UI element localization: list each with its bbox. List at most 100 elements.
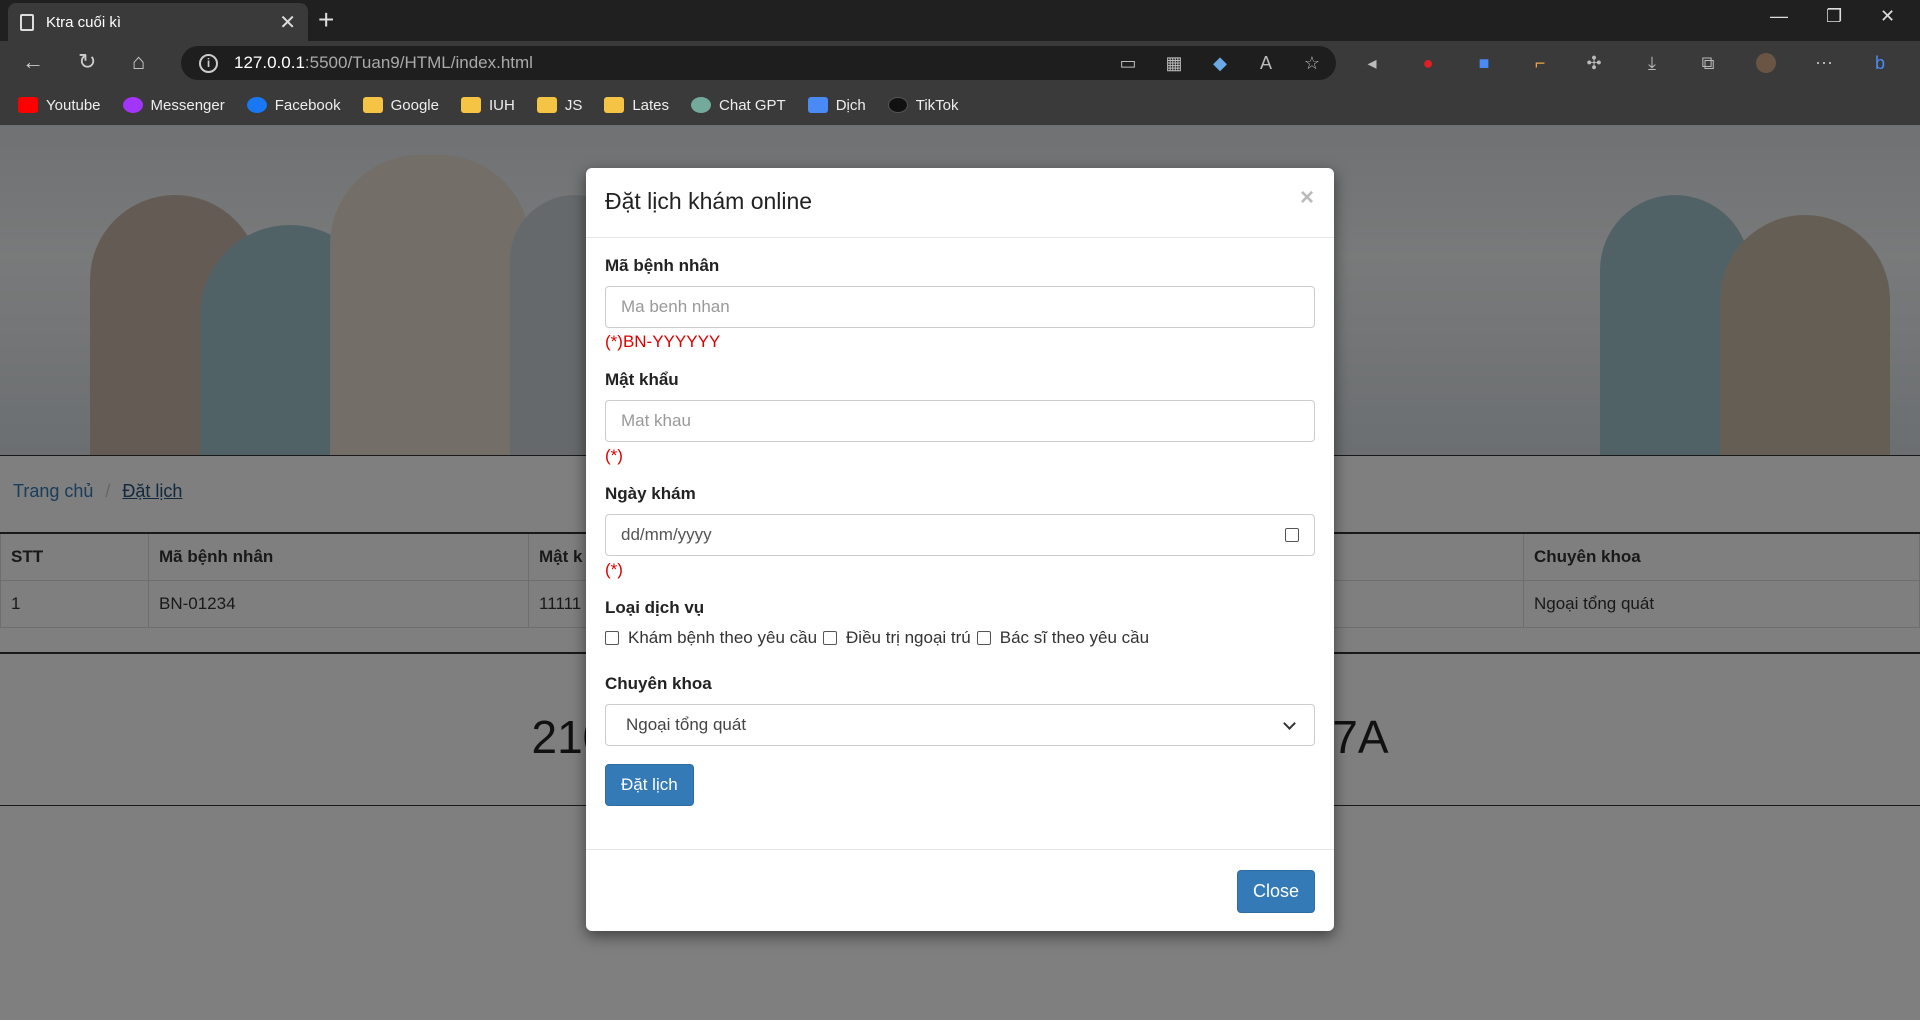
password-placeholder: Mat khau: [621, 411, 691, 430]
avatar[interactable]: [1756, 53, 1776, 73]
chevron-down-icon: [1283, 716, 1296, 730]
bookmark-js[interactable]: JS: [536, 96, 583, 114]
home-icon[interactable]: ⌂: [132, 49, 145, 75]
calendar-icon[interactable]: [1285, 528, 1299, 542]
bookmark-iuh[interactable]: IUH: [460, 96, 515, 114]
refresh-icon[interactable]: ↻: [78, 49, 96, 75]
bookmark-label: TikTok: [915, 96, 959, 114]
specialty-label: Chuyên khoa: [605, 674, 712, 693]
bookmark-messenger[interactable]: Messenger: [122, 96, 225, 114]
password-input[interactable]: Mat khau: [605, 400, 1315, 442]
app-available-icon[interactable]: ▭: [1118, 53, 1138, 73]
date-group: Ngày khám dd/mm/yyyy (*): [605, 484, 1315, 586]
close-button[interactable]: Close: [1236, 870, 1315, 913]
coupon-tag-icon[interactable]: ◆: [1210, 53, 1230, 73]
folder-icon: [362, 97, 383, 113]
tab-title: Ktra cuối kì: [46, 13, 122, 31]
patient-id-group: Mã bệnh nhân Ma benh nhan (*)BN-YYYYYY: [605, 256, 1315, 358]
close-tab-icon[interactable]: ✕: [279, 10, 296, 35]
bookmark-tiktok[interactable]: TikTok: [887, 96, 959, 114]
checkbox[interactable]: [976, 631, 991, 645]
patient-id-input[interactable]: Ma benh nhan: [605, 286, 1315, 328]
modal-header: Đặt lịch khám online ×: [586, 168, 1334, 238]
close-icon[interactable]: ×: [1300, 184, 1314, 212]
grid-icon[interactable]: ▦: [1164, 53, 1184, 73]
service-label: Loại dịch vụ: [605, 598, 705, 617]
folder-icon: [460, 97, 481, 113]
messenger-icon: [122, 97, 143, 113]
bookmark-label: Chat GPT: [719, 96, 786, 114]
bookmark-chatgpt[interactable]: Chat GPT: [691, 97, 786, 114]
bookmark-youtube[interactable]: Youtube: [18, 97, 101, 114]
bookmark-lates[interactable]: Lates: [604, 97, 669, 114]
bookmark-dich[interactable]: Dịch: [807, 96, 866, 114]
restore-icon[interactable]: ❐: [1826, 6, 1842, 27]
modal-title: Đặt lịch khám online: [605, 188, 813, 214]
password-group: Mật khẩu Mat khau (*): [605, 370, 1315, 472]
specialty-select[interactable]: Ngoại tổng quát: [605, 704, 1315, 746]
service-group: Loại dịch vụ Khám bệnh theo yêu cầu Điều…: [605, 598, 1315, 648]
service-option[interactable]: Khám bệnh theo yêu cầu: [605, 628, 817, 648]
service-option[interactable]: Điều trị ngoại trú: [823, 628, 971, 648]
collections-icon[interactable]: ⧉: [1698, 53, 1718, 73]
book-appointment-button[interactable]: Đặt lịch: [605, 764, 694, 806]
extension-tool-icon[interactable]: ⌐: [1530, 53, 1550, 73]
tiktok-icon: [887, 97, 908, 113]
bookmark-label: Youtube: [46, 96, 101, 114]
favorite-icon[interactable]: ☆: [1302, 53, 1322, 73]
specialty-group: Chuyên khoa Ngoại tổng quát: [605, 674, 1315, 746]
new-tab-icon[interactable]: +: [318, 4, 334, 36]
service-option-label: Bác sĩ theo yêu cầu: [999, 628, 1150, 647]
youtube-icon: [18, 97, 38, 113]
service-option[interactable]: Bác sĩ theo yêu cầu: [976, 628, 1150, 648]
facebook-icon: [246, 97, 267, 113]
bookmark-facebook[interactable]: Facebook: [246, 97, 341, 114]
extensions-icon[interactable]: ✣: [1584, 53, 1604, 73]
service-option-label: Khám bệnh theo yêu cầu: [628, 628, 818, 647]
browser-toolbar: ← ↻ ⌂ i 127.0.0.1 :5500/Tuan9/HTML/index…: [0, 41, 1920, 85]
password-hint: (*): [605, 446, 623, 465]
bookmark-google[interactable]: Google: [362, 96, 439, 114]
date-input[interactable]: dd/mm/yyyy: [605, 514, 1315, 556]
bookmarks-bar: Youtube Messenger Facebook Google IUH JS…: [0, 85, 1920, 125]
download-icon[interactable]: ⤓: [1642, 53, 1662, 73]
folder-icon: [604, 97, 625, 113]
service-option-label: Điều trị ngoại trú: [846, 628, 971, 647]
back-icon[interactable]: ←: [22, 49, 44, 75]
booking-modal: Đặt lịch khám online × Mã bệnh nhân Ma b…: [586, 168, 1334, 931]
translate-icon[interactable]: ■: [1474, 53, 1494, 73]
bookmark-label: Dịch: [835, 96, 866, 114]
address-bar[interactable]: i 127.0.0.1 :5500/Tuan9/HTML/index.html: [181, 46, 1336, 80]
translate-icon: [807, 97, 828, 113]
service-options: Khám bệnh theo yêu cầu Điều trị ngoại tr…: [605, 628, 1315, 648]
url-path: :5500/Tuan9/HTML/index.html: [304, 53, 533, 72]
more-icon[interactable]: ⋯: [1814, 53, 1834, 73]
extension-speaker-icon[interactable]: ◂: [1362, 53, 1382, 73]
close-window-icon[interactable]: ✕: [1880, 6, 1895, 27]
bookmark-label: Google: [390, 96, 439, 114]
date-hint: (*): [605, 560, 623, 579]
patient-id-label: Mã bệnh nhân: [605, 256, 720, 275]
minimize-icon[interactable]: —: [1770, 6, 1788, 27]
date-placeholder: dd/mm/yyyy: [621, 525, 712, 544]
url-host: 127.0.0.1: [234, 53, 305, 72]
folder-icon: [536, 97, 557, 113]
checkbox[interactable]: [605, 631, 619, 645]
copilot-icon[interactable]: b: [1870, 53, 1890, 73]
read-aloud-icon[interactable]: A: [1256, 53, 1276, 73]
bookmark-label: Lates: [632, 96, 670, 114]
page-icon: [20, 13, 34, 31]
site-info-icon[interactable]: i: [199, 53, 218, 73]
password-label: Mật khẩu: [605, 370, 679, 389]
browser-tab[interactable]: Ktra cuối kì ✕: [8, 3, 308, 41]
extension-block-icon[interactable]: ●: [1418, 53, 1438, 73]
checkbox[interactable]: [823, 631, 838, 645]
specialty-selected-value: Ngoại tổng quát: [626, 715, 747, 734]
bookmark-label: JS: [564, 96, 583, 114]
date-label: Ngày khám: [605, 484, 696, 503]
modal-footer: Close: [586, 849, 1334, 931]
bookmark-label: IUH: [488, 96, 515, 114]
bookmark-label: Messenger: [150, 96, 225, 114]
patient-id-hint: (*)BN-YYYYYY: [605, 332, 721, 351]
modal-body: Mã bệnh nhân Ma benh nhan (*)BN-YYYYYY M…: [586, 238, 1334, 806]
